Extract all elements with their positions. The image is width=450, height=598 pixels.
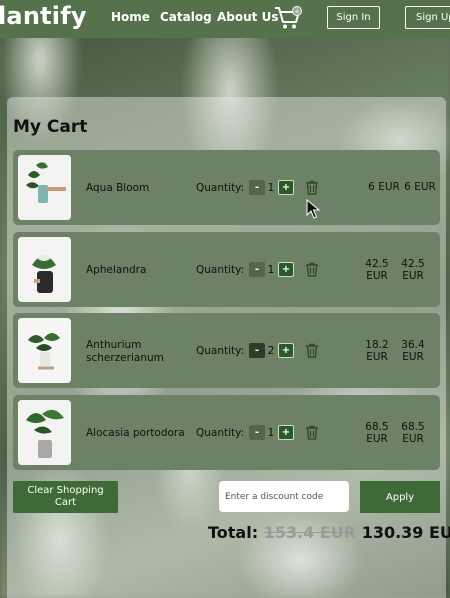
decrement-button[interactable]: - xyxy=(249,343,265,358)
quantity-label: Quantity: xyxy=(196,345,245,357)
cart-item: Aqua Bloom Quantity: - 1 + 6 EUR 6 EUR xyxy=(13,150,440,225)
quantity-value: 1 xyxy=(267,427,275,439)
nav-about-us[interactable]: About Us xyxy=(217,10,278,24)
trash-icon[interactable] xyxy=(305,180,319,195)
unit-price: 18.2 EUR xyxy=(365,339,389,363)
increment-button[interactable]: + xyxy=(278,180,294,195)
increment-button[interactable]: + xyxy=(278,262,294,277)
trash-icon[interactable] xyxy=(305,343,319,358)
line-total: 6 EUR xyxy=(404,181,436,193)
product-image-alocasia xyxy=(18,400,71,465)
item-name: Anthurium scherzerianum xyxy=(86,339,164,364)
cart-badge: + xyxy=(294,8,300,16)
quantity-value: 1 xyxy=(267,182,275,194)
cart-item: Aphelandra Quantity: - 1 + 42.5 EUR 42.5… xyxy=(13,232,440,307)
nav-catalog[interactable]: Catalog xyxy=(160,10,212,24)
decrement-button[interactable]: - xyxy=(249,425,265,440)
discount-code-input[interactable] xyxy=(219,481,349,512)
trash-icon[interactable] xyxy=(305,425,319,440)
unit-price: 42.5 EUR xyxy=(365,258,389,282)
unit-price: 6 EUR xyxy=(368,181,400,193)
increment-button[interactable]: + xyxy=(278,425,294,440)
unit-price: 68.5 EUR xyxy=(365,421,389,445)
item-name: Aqua Bloom xyxy=(86,182,150,194)
cart-item: Anthurium scherzerianum Quantity: - 2 + … xyxy=(13,313,440,388)
logo[interactable]: lantify xyxy=(0,2,87,30)
item-name: Alocasia portodora xyxy=(86,427,185,439)
old-total: 153.4 EUR xyxy=(263,523,357,542)
cart-icon[interactable]: + xyxy=(274,5,304,31)
quantity-label: Quantity: xyxy=(196,182,245,194)
cart-item: Alocasia portodora Quantity: - 1 + 68.5 … xyxy=(13,395,440,470)
line-total: 42.5 EUR xyxy=(401,258,425,282)
quantity-label: Quantity: xyxy=(196,427,245,439)
increment-button[interactable]: + xyxy=(278,343,294,358)
total-label: Total: xyxy=(208,523,259,542)
apply-discount-button[interactable]: Apply xyxy=(360,481,440,513)
navbar: lantify Home Catalog About Us + Sign In … xyxy=(0,0,450,38)
decrement-button[interactable]: - xyxy=(249,180,265,195)
line-total: 36.4 EUR xyxy=(401,339,425,363)
quantity-label: Quantity: xyxy=(196,264,245,276)
product-image-aphelandra xyxy=(18,237,71,302)
nav-home[interactable]: Home xyxy=(111,10,150,24)
quantity-value: 1 xyxy=(267,264,275,276)
sign-in-button[interactable]: Sign In xyxy=(327,6,380,29)
line-total: 68.5 EUR xyxy=(401,421,425,445)
decrement-button[interactable]: - xyxy=(249,262,265,277)
total-row: Total: 153.4 EUR 130.39 EUR xyxy=(208,523,450,542)
new-total: 130.39 EUR xyxy=(361,523,450,542)
sign-up-button[interactable]: Sign Up xyxy=(405,6,450,29)
trash-icon[interactable] xyxy=(305,262,319,277)
quantity-value: 2 xyxy=(267,345,275,357)
product-image-aqua-bloom xyxy=(18,155,71,220)
page-title: My Cart xyxy=(13,117,88,137)
item-name: Aphelandra xyxy=(86,264,147,276)
mouse-cursor-icon xyxy=(306,199,320,219)
clear-cart-button[interactable]: Clear Shopping Cart xyxy=(13,481,118,513)
product-image-anthurium xyxy=(18,318,71,383)
